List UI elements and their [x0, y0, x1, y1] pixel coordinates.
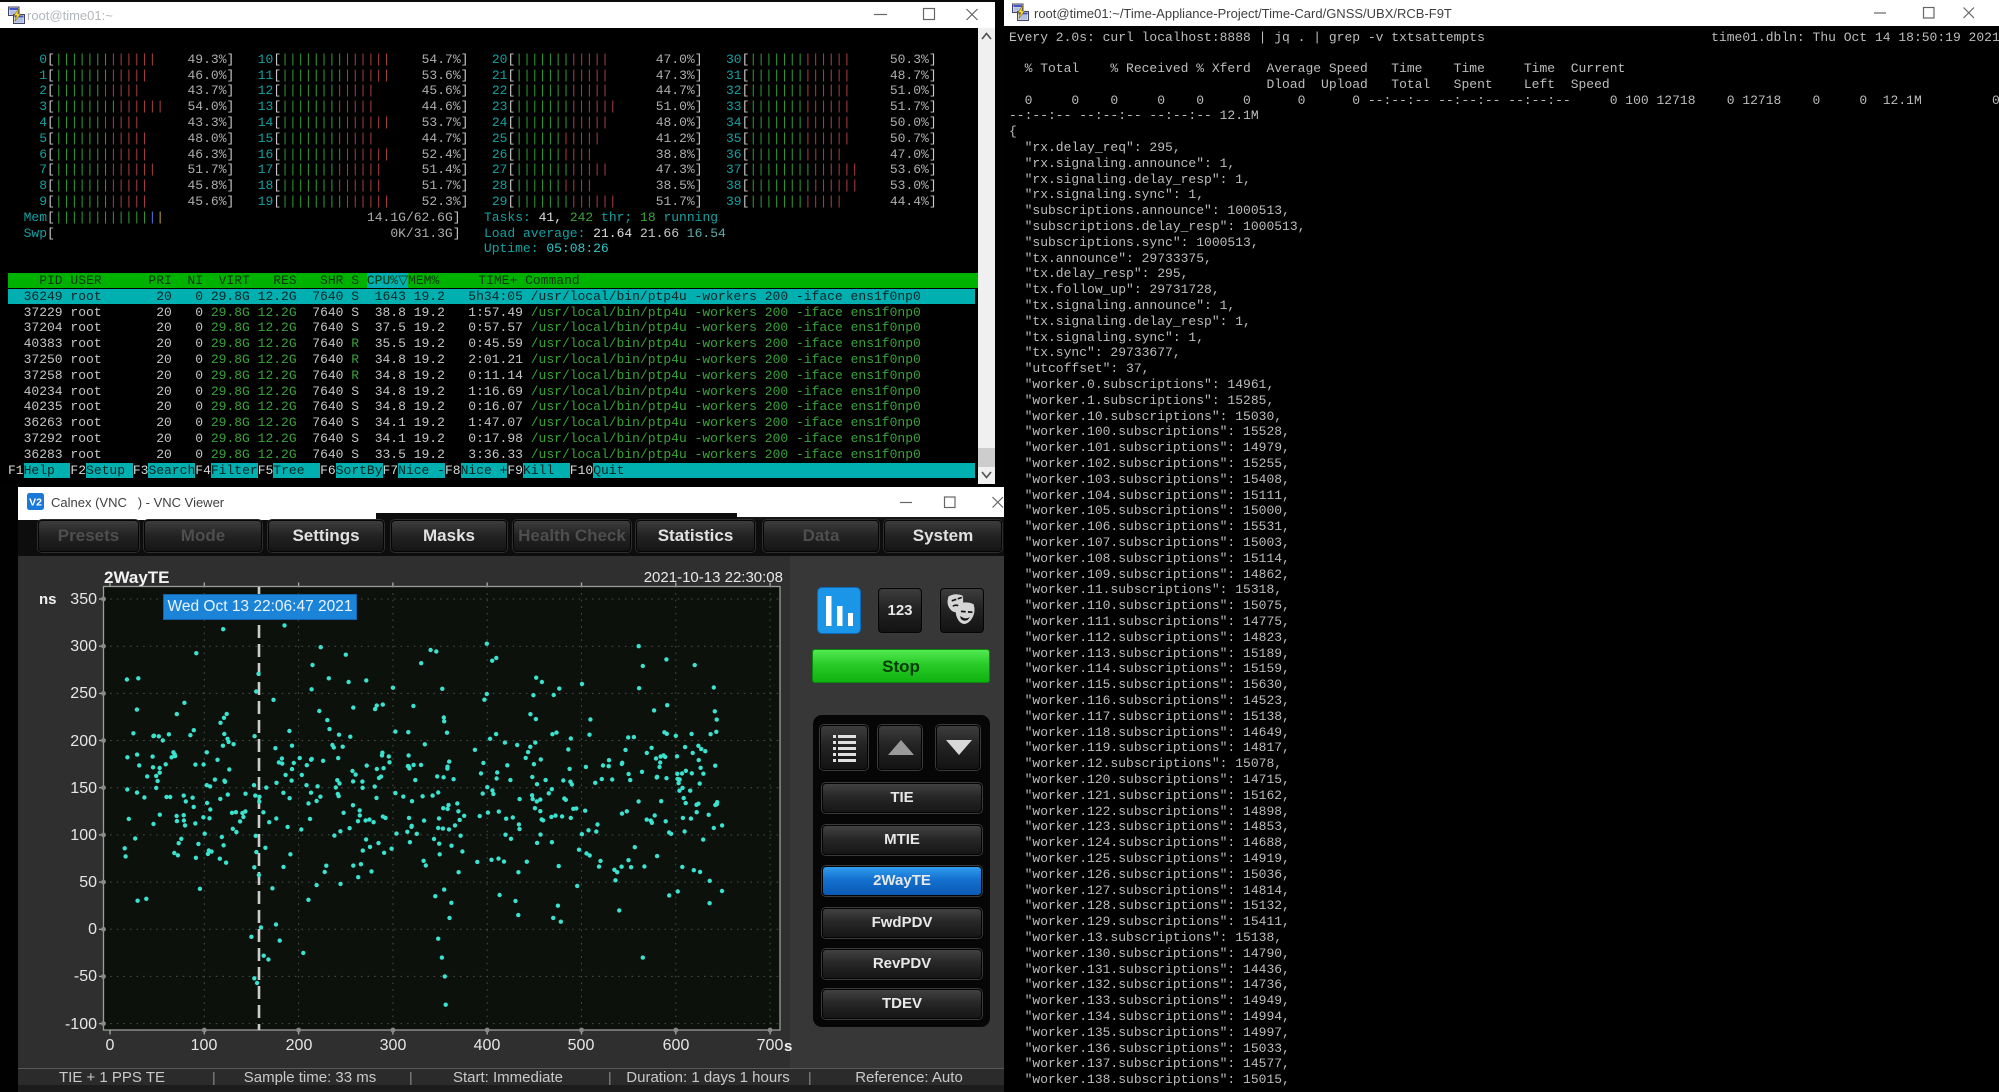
svg-text:V2: V2 — [29, 497, 42, 509]
